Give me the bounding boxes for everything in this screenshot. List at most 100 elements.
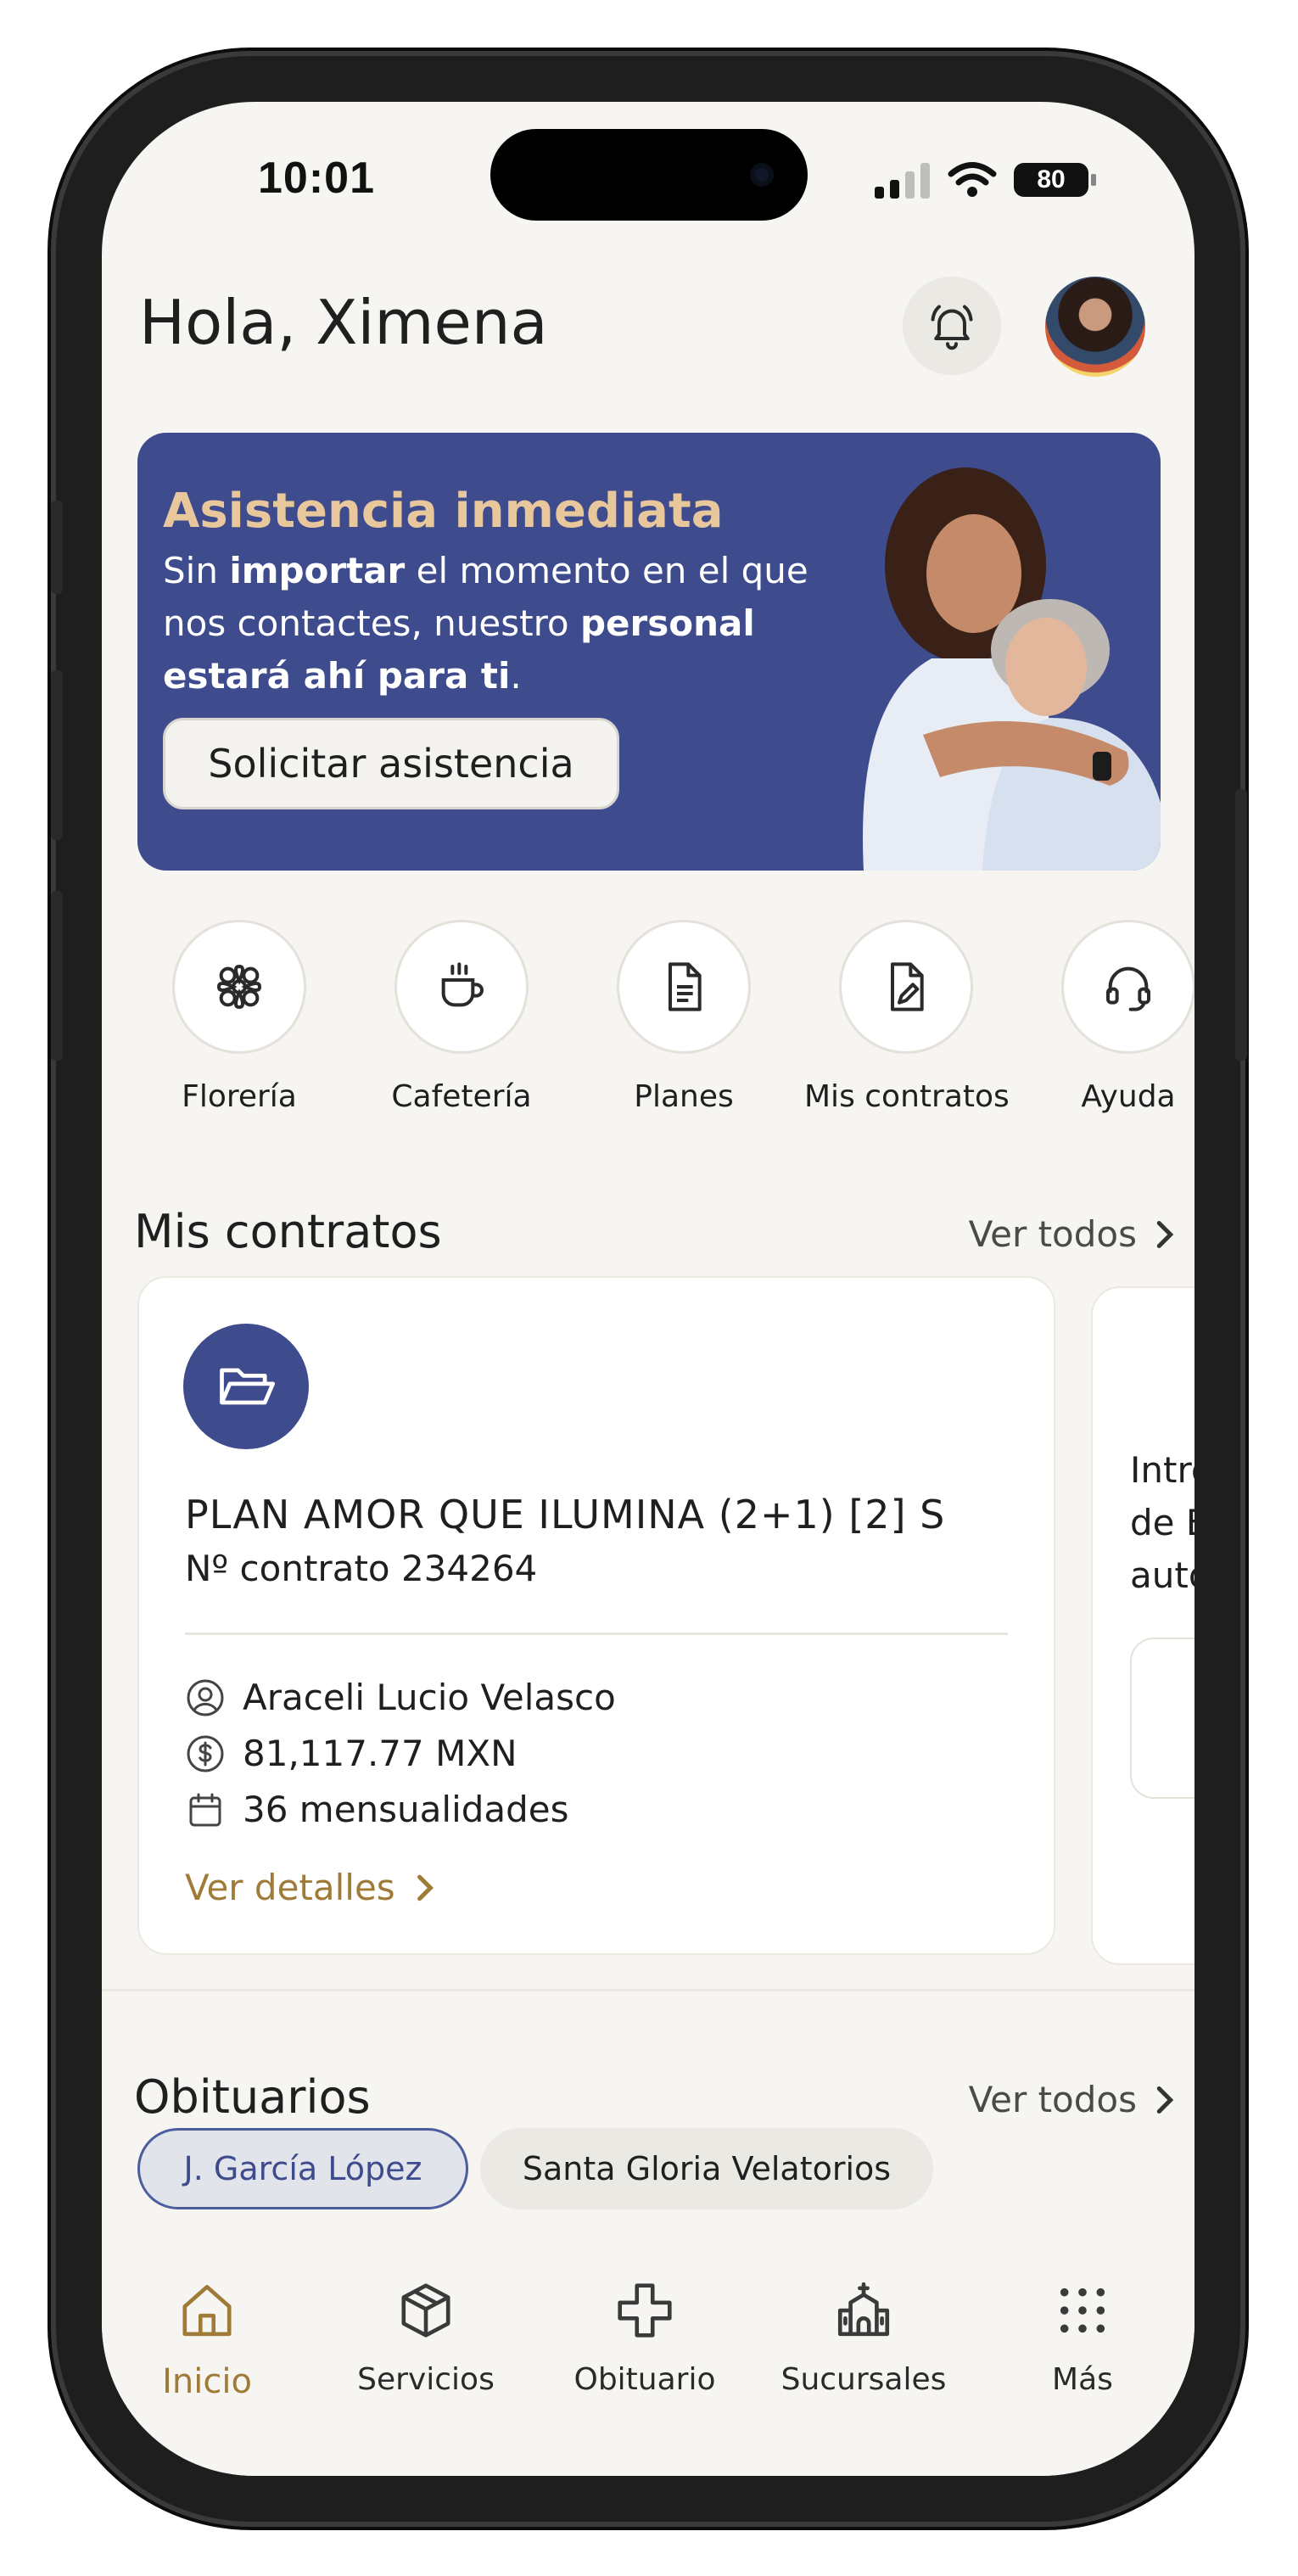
quick-action-circle[interactable] <box>172 920 306 1054</box>
nav-icon-wrap <box>762 2274 965 2347</box>
nav-mas[interactable]: Más <box>981 2274 1184 2397</box>
status-time: 10:01 <box>258 154 375 203</box>
quick-action-circle[interactable] <box>617 920 751 1054</box>
nav-label: Sucursales <box>780 2362 947 2397</box>
quick-action-mis-contratos[interactable]: Mis contratos <box>804 920 1010 1114</box>
banner-text: Sin importar el momento en el que nos co… <box>163 545 825 703</box>
quick-action-planes[interactable]: Planes <box>582 920 786 1114</box>
obituaries-section-title: Obituarios <box>134 2070 371 2124</box>
flower-icon <box>216 964 262 1010</box>
contract-edit-icon <box>891 962 924 1011</box>
partial-card[interactable]: Introd de By autom N <box>1091 1286 1194 1965</box>
nav-label: Más <box>1052 2362 1113 2397</box>
payments-count: 36 mensualidades <box>243 1789 569 1830</box>
folder-badge <box>183 1324 309 1449</box>
coffee-icon <box>441 962 484 1007</box>
obituary-filter-chip[interactable]: Santa Gloria Velatorios <box>480 2128 933 2209</box>
nav-inicio[interactable]: Inicio <box>105 2274 309 2401</box>
home-icon <box>182 2284 232 2337</box>
contract-card[interactable]: PLAN AMOR QUE ILUMINA (2+1) [2] S Nº con… <box>137 1276 1055 1955</box>
amount-row: 81,117.77 MXN <box>185 1733 518 1774</box>
volume-up-button <box>51 670 63 840</box>
see-all-label: Ver todos <box>968 1213 1137 1255</box>
contracts-see-all-link[interactable]: Ver todos <box>969 1213 1178 1255</box>
nav-label: Inicio <box>162 2362 252 2401</box>
plan-name: PLAN AMOR QUE ILUMINA (2+1) [2] S <box>185 1492 946 1537</box>
obituaries-see-all-link[interactable]: Ver todos <box>969 2079 1178 2120</box>
nav-icon-wrap <box>543 2274 747 2347</box>
bell-icon <box>931 305 973 350</box>
partial-card-text: Introd de By autom <box>1130 1444 1194 1602</box>
quick-action-label: Planes <box>634 1079 734 1114</box>
nav-sucursales[interactable]: Sucursales <box>762 2274 965 2397</box>
quick-action-circle[interactable] <box>1061 920 1194 1054</box>
battery-cap <box>1091 174 1096 186</box>
contract-amount: 81,117.77 MXN <box>243 1733 518 1774</box>
partial-card-line: Introd <box>1130 1449 1194 1491</box>
contract-number: Nº contrato 234264 <box>185 1548 538 1589</box>
nav-servicios[interactable]: Servicios <box>324 2274 528 2397</box>
holder-row: Araceli Lucio Velasco <box>185 1677 616 1718</box>
see-all-label: Ver todos <box>968 2079 1137 2120</box>
banner-text-bold: importar <box>229 550 406 591</box>
obituary-filter-chip-active[interactable]: J. García López <box>137 2128 468 2209</box>
chapel-icon <box>837 2282 890 2337</box>
camera-icon <box>750 163 774 187</box>
banner-photo-embrace <box>863 468 1161 871</box>
quick-action-floreria[interactable]: Florería <box>137 920 341 1114</box>
chevron-right-icon <box>417 1874 434 1901</box>
request-assistance-button[interactable]: Solicitar asistencia <box>163 718 619 809</box>
dynamic-island <box>490 129 808 221</box>
view-details-link[interactable]: Ver detalles <box>185 1867 436 1908</box>
assistance-banner: Asistencia inmediata Sin importar el mom… <box>137 433 1161 871</box>
nav-label: Obituario <box>573 2362 716 2397</box>
wifi-icon <box>948 162 997 197</box>
holder-name: Araceli Lucio Velasco <box>243 1677 616 1718</box>
notifications-button[interactable] <box>903 277 1001 375</box>
status-icons: 80 <box>875 161 1096 199</box>
chevron-right-icon <box>1156 2086 1174 2114</box>
cross-icon <box>618 2283 672 2338</box>
banner-title: Asistencia inmediata <box>163 484 724 539</box>
section-separator <box>102 1989 1194 1991</box>
banner-text-part: Sin <box>163 550 230 591</box>
cellular-signal-icon <box>875 163 930 199</box>
user-avatar[interactable] <box>1045 277 1145 377</box>
battery-level: 80 <box>1014 163 1088 197</box>
grid-dots-icon <box>1060 2288 1105 2333</box>
box-icon <box>401 2283 450 2338</box>
card-divider <box>185 1632 1008 1635</box>
user-circle-icon <box>187 1679 224 1716</box>
quick-actions: Florería Cafetería Planes Mis contratos … <box>137 920 1194 1123</box>
quick-action-label: Florería <box>182 1079 297 1114</box>
quick-action-circle[interactable] <box>839 920 973 1054</box>
action-button <box>51 501 63 594</box>
quick-action-cafeteria[interactable]: Cafetería <box>360 920 563 1114</box>
quick-action-circle[interactable] <box>394 920 529 1054</box>
bottom-navigation: Inicio Servicios Obituario Sucursales Má… <box>102 2240 1194 2476</box>
view-details-label: Ver detalles <box>185 1867 395 1908</box>
headset-icon <box>1106 966 1150 1011</box>
phone-screen: 10:01 80 Hola, Ximena Asistencia inmedia… <box>102 102 1194 2476</box>
chevron-right-icon <box>1156 1220 1174 1248</box>
contracts-section-title: Mis contratos <box>134 1205 442 1258</box>
partial-card-line: autom <box>1130 1554 1194 1596</box>
banner-text-part: . <box>510 655 522 697</box>
nav-obituario[interactable]: Obituario <box>543 2274 747 2397</box>
folder-open-icon <box>220 1368 276 1405</box>
quick-action-label: Cafetería <box>391 1079 532 1114</box>
partial-card-line: de By <box>1130 1502 1194 1543</box>
quick-action-label: Ayuda <box>1081 1079 1176 1114</box>
payments-row: 36 mensualidades <box>185 1789 569 1830</box>
volume-down-button <box>51 891 63 1061</box>
partial-card-button[interactable]: N <box>1130 1638 1194 1799</box>
quick-action-ayuda[interactable]: Ayuda <box>1027 920 1194 1114</box>
power-button <box>1235 789 1247 1061</box>
nav-icon-wrap <box>324 2274 528 2347</box>
nav-label: Servicios <box>357 2362 495 2397</box>
dollar-circle-icon <box>187 1735 224 1772</box>
quick-action-label: Mis contratos <box>804 1079 1010 1114</box>
nav-icon-wrap <box>105 2274 309 2347</box>
nav-icon-wrap <box>981 2274 1184 2347</box>
greeting-title: Hola, Ximena <box>139 287 548 358</box>
